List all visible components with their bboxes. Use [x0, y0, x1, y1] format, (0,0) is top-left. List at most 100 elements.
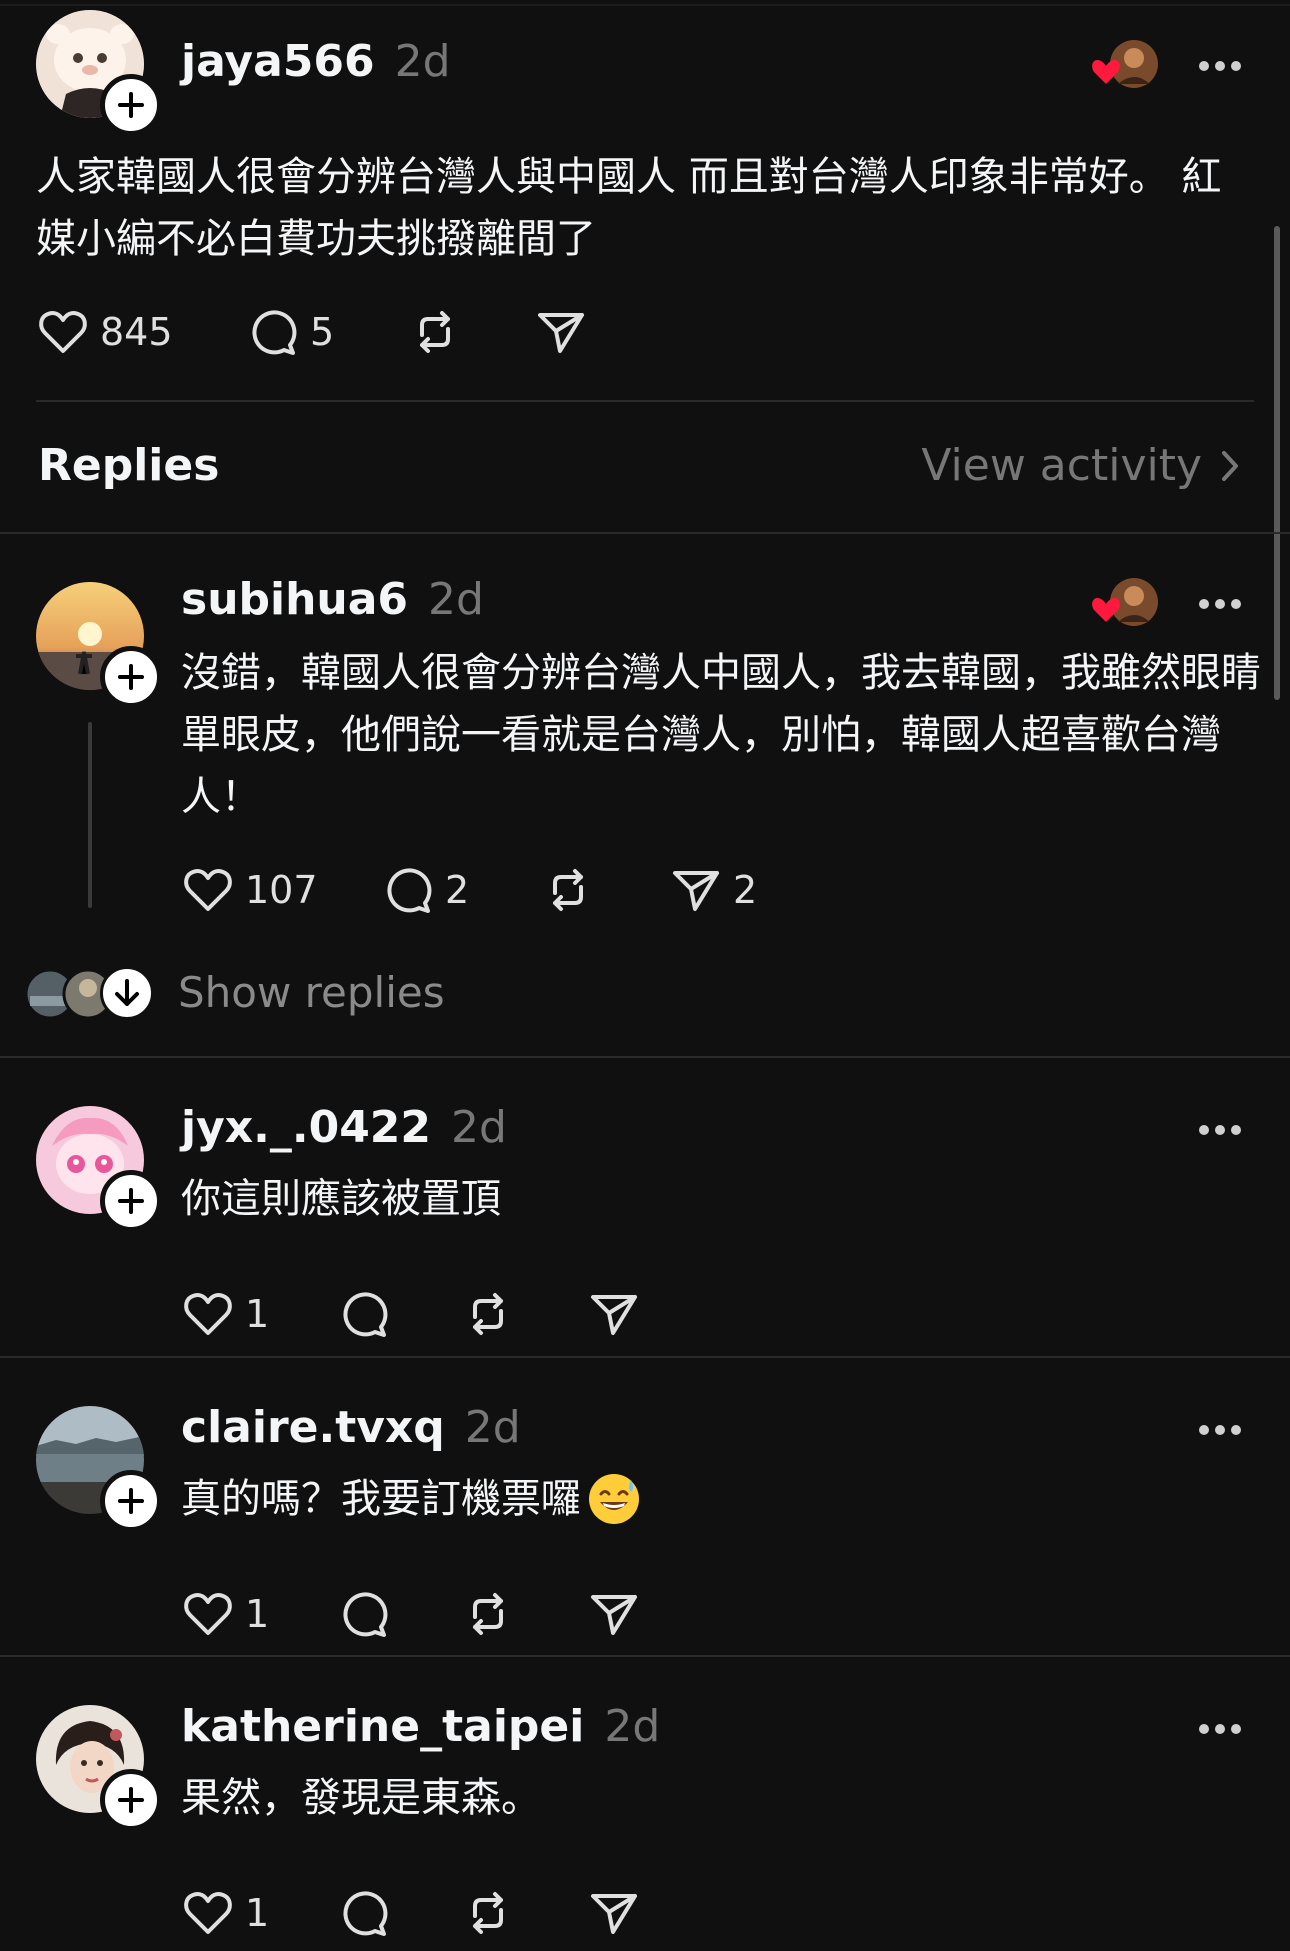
timestamp: 2d — [451, 1102, 507, 1153]
share-button[interactable] — [534, 302, 588, 362]
follow-plus-icon[interactable] — [100, 1769, 162, 1831]
send-icon — [673, 871, 719, 911]
comment-icon — [343, 1292, 388, 1337]
heart-icon — [184, 1292, 232, 1335]
more-options-icon[interactable] — [1198, 596, 1242, 610]
view-activity-link[interactable]: View activity — [921, 440, 1240, 491]
send-icon — [591, 1595, 637, 1635]
follow-plus-icon[interactable] — [100, 74, 162, 136]
follow-plus-icon[interactable] — [100, 646, 162, 708]
reply-text-line: 真的嗎？我要訂機票囉 — [181, 1476, 581, 1522]
comment-count: 2 — [445, 868, 470, 912]
comment-icon — [387, 868, 432, 913]
like-count: 1 — [245, 1592, 270, 1636]
repost-icon — [473, 1293, 503, 1335]
follow-plus-icon[interactable] — [100, 1170, 162, 1232]
sweat-smile-emoji-icon — [589, 1474, 639, 1524]
send-icon — [591, 1295, 637, 1335]
username[interactable]: jyx._.0422 — [181, 1102, 431, 1153]
more-options-icon[interactable] — [1198, 58, 1242, 72]
post-text: 人家韓國人很會分辨台灣人與中國人 而且對台灣人印象非常好。 紅 媒小編不必白費功… — [36, 146, 1256, 270]
repost-icon — [553, 869, 583, 911]
like-button[interactable]: 107 — [181, 860, 318, 920]
reply-header: claire.tvxq 2d — [181, 1402, 521, 1453]
send-icon — [591, 1894, 637, 1934]
share-button[interactable]: 2 — [669, 860, 757, 920]
show-replies-row[interactable]: Show replies — [26, 964, 526, 1024]
send-icon — [538, 313, 584, 353]
follow-plus-icon[interactable] — [100, 1470, 162, 1532]
chevron-right-icon — [1222, 450, 1238, 481]
reply-text-line: 單眼皮，他們說一看就是台灣人，別怕，韓國人超喜歡台灣 — [181, 712, 1221, 758]
share-button[interactable] — [587, 1284, 641, 1344]
reply-text: 果然，發現是東森。 — [181, 1767, 1271, 1829]
action-bar: 1 — [181, 1284, 681, 1344]
reply-header: katherine_taipei 2d — [181, 1701, 660, 1752]
reply-text-line: 人！ — [181, 774, 261, 820]
reply-header: subihua6 2d — [181, 574, 484, 625]
comment-button[interactable] — [337, 1584, 391, 1644]
liker-avatars[interactable] — [1088, 574, 1160, 630]
timestamp: 2d — [394, 36, 451, 87]
repost-button[interactable] — [461, 1883, 515, 1943]
like-count: 107 — [245, 868, 318, 912]
reply-header: jyx._.0422 2d — [181, 1102, 507, 1153]
comment-button[interactable]: 2 — [381, 860, 469, 920]
repost-icon — [473, 1593, 503, 1635]
share-button[interactable] — [587, 1584, 641, 1644]
action-bar: 845 5 — [36, 302, 736, 362]
reply-text: 你這則應該被置頂 — [181, 1168, 1271, 1230]
heart-icon — [184, 1891, 232, 1934]
heart-icon — [39, 310, 87, 353]
timestamp: 2d — [604, 1701, 661, 1752]
thread-line — [88, 722, 92, 908]
repost-button[interactable] — [461, 1584, 515, 1644]
action-bar: 1 — [181, 1883, 681, 1943]
timestamp: 2d — [428, 574, 484, 625]
like-count: 1 — [245, 1891, 270, 1935]
comment-button[interactable] — [337, 1284, 391, 1344]
more-options-icon[interactable] — [1198, 1122, 1242, 1136]
post-text-line: 媒小編不必白費功夫挑撥離間了 — [36, 216, 596, 262]
replies-header: Replies View activity — [0, 430, 1290, 500]
repost-button[interactable] — [408, 302, 462, 362]
like-button[interactable]: 1 — [181, 1584, 269, 1644]
like-count: 845 — [100, 310, 173, 354]
comment-count: 5 — [310, 310, 335, 354]
timestamp: 2d — [464, 1402, 521, 1453]
more-options-icon[interactable] — [1198, 1422, 1242, 1436]
arrow-down-icon — [100, 966, 154, 1020]
reply-text: 沒錯，韓國人很會分辨台灣人中國人，我去韓國，我雖然眼睛 單眼皮，他們說一看就是台… — [181, 642, 1271, 828]
comment-button[interactable]: 5 — [246, 302, 334, 362]
repost-button[interactable] — [461, 1284, 515, 1344]
post-text-line: 人家韓國人很會分辨台灣人與中國人 而且對台灣人印象非常好。 紅 — [36, 154, 1222, 200]
like-button[interactable]: 1 — [181, 1883, 269, 1943]
reply-text-line: 你這則應該被置頂 — [181, 1176, 501, 1222]
comment-icon — [252, 310, 297, 355]
view-activity-label: View activity — [921, 440, 1202, 491]
comment-icon — [343, 1891, 388, 1936]
action-bar: 1 — [181, 1584, 681, 1644]
share-button[interactable] — [587, 1883, 641, 1943]
username[interactable]: claire.tvxq — [181, 1402, 445, 1453]
liker-avatars[interactable] — [1088, 36, 1160, 92]
comment-button[interactable] — [337, 1883, 391, 1943]
reply-text: 真的嗎？我要訂機票囉 — [181, 1468, 1271, 1530]
username[interactable]: katherine_taipei — [181, 1701, 584, 1752]
action-bar: 107 2 2 — [181, 860, 801, 920]
reply-text-line: 沒錯，韓國人很會分辨台灣人中國人，我去韓國，我雖然眼睛 — [181, 650, 1261, 696]
like-button[interactable]: 845 — [36, 302, 173, 362]
username[interactable]: jaya566 — [181, 36, 375, 87]
username[interactable]: subihua6 — [181, 574, 408, 625]
show-replies-label: Show replies — [178, 968, 445, 1017]
repost-button[interactable] — [541, 860, 595, 920]
repost-icon — [420, 311, 450, 353]
like-button[interactable]: 1 — [181, 1284, 269, 1344]
heart-icon — [184, 868, 232, 911]
post-header: jaya566 2d — [181, 36, 451, 87]
share-count: 2 — [733, 868, 758, 912]
reply-text-line: 果然，發現是東森。 — [181, 1775, 541, 1821]
more-options-icon[interactable] — [1198, 1721, 1242, 1735]
repost-icon — [473, 1892, 503, 1934]
replies-title: Replies — [38, 440, 220, 491]
